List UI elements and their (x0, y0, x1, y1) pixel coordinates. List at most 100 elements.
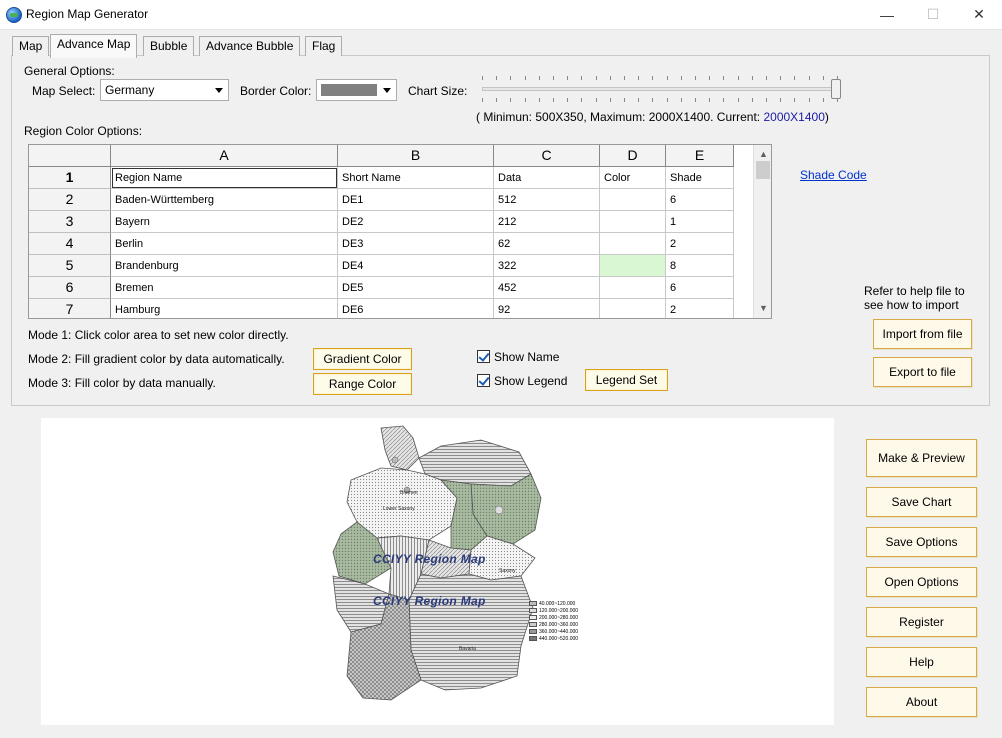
scrollbar-thumb[interactable] (756, 161, 770, 179)
import-from-file-button[interactable]: Import from file (873, 319, 972, 349)
tab-advance-map[interactable]: Advance Map (50, 34, 138, 58)
grid-cell[interactable]: Brandenburg (111, 255, 338, 277)
grid-cell[interactable]: Region Name (111, 167, 338, 189)
grid-cell[interactable]: Baden-Württemberg (111, 189, 338, 211)
grid-cell[interactable]: 452 (494, 277, 600, 299)
grid-cell[interactable]: 2 (666, 299, 734, 318)
row-header[interactable]: 3 (29, 211, 111, 233)
row-header[interactable]: 7 (29, 299, 111, 318)
slider-tick (794, 98, 795, 102)
grid-cell[interactable]: 92 (494, 299, 600, 318)
slider-tick (695, 98, 696, 102)
column-header-b[interactable]: B (338, 145, 494, 167)
row-header[interactable]: 2 (29, 189, 111, 211)
export-to-file-button[interactable]: Export to file (873, 357, 972, 387)
slider-tick (539, 76, 540, 80)
tab-bubble[interactable]: Bubble (143, 36, 195, 56)
tab-map[interactable]: Map (12, 36, 50, 56)
save-chart-button[interactable]: Save Chart (866, 487, 977, 517)
border-color-dropdown[interactable] (316, 79, 397, 101)
help-button[interactable]: Help (866, 647, 977, 677)
grid-cell[interactable]: DE3 (338, 233, 494, 255)
legend-swatch (529, 629, 537, 634)
grid-vertical-scrollbar[interactable]: ▲ ▼ (753, 145, 771, 318)
scroll-up-icon[interactable]: ▲ (759, 149, 768, 159)
slider-tick (709, 76, 710, 80)
slider-tick (581, 98, 582, 102)
grid-cell[interactable]: 1 (666, 211, 734, 233)
column-header-e[interactable]: E (666, 145, 734, 167)
grid-cell[interactable]: Shade (666, 167, 734, 189)
legend-label: 280.000~360.000 (539, 621, 579, 628)
maximize-button[interactable]: ☐ (910, 0, 956, 29)
grid-cell[interactable] (600, 211, 666, 233)
grid-cell[interactable]: 322 (494, 255, 600, 277)
grid-cell[interactable]: Hamburg (111, 299, 338, 318)
grid-cell[interactable]: Short Name (338, 167, 494, 189)
grid-cell[interactable]: DE5 (338, 277, 494, 299)
grid-cell[interactable]: 6 (666, 189, 734, 211)
map-select-dropdown[interactable]: Germany (100, 79, 229, 101)
germany-map-image (332, 425, 542, 701)
grid-cell[interactable] (600, 299, 666, 318)
row-header[interactable]: 1 (29, 167, 111, 189)
slider-tick (525, 76, 526, 80)
grid-cell[interactable]: 212 (494, 211, 600, 233)
show-name-checkbox[interactable] (477, 350, 490, 363)
grid-cell[interactable]: 62 (494, 233, 600, 255)
legend-item: 40.000~120.000 (529, 600, 578, 607)
grid-cell[interactable]: DE4 (338, 255, 494, 277)
column-header-a[interactable]: A (111, 145, 338, 167)
grid-cell[interactable]: 2 (666, 233, 734, 255)
chart-size-suffix: ) (824, 110, 829, 124)
row-header[interactable]: 6 (29, 277, 111, 299)
legend-set-button[interactable]: Legend Set (585, 369, 668, 391)
grid-cell[interactable] (600, 189, 666, 211)
column-header-c[interactable]: C (494, 145, 600, 167)
grid-cell[interactable]: DE2 (338, 211, 494, 233)
minimize-button[interactable]: — (864, 0, 910, 29)
grid-cell[interactable] (600, 277, 666, 299)
register-button[interactable]: Register (866, 607, 977, 637)
legend-label: 200.000~280.000 (539, 614, 579, 621)
tab-flag[interactable]: Flag (305, 36, 343, 56)
grid-cell[interactable]: 6 (666, 277, 734, 299)
region-data-grid[interactable]: A B C D E 1 2 3 4 5 6 7 Region Name Shor… (28, 144, 772, 319)
legend-item: 440.000~520.000 (529, 635, 578, 642)
chart-size-slider-track[interactable] (482, 87, 837, 91)
make-preview-button[interactable]: Make & Preview (866, 439, 977, 477)
close-button[interactable]: ✕ (956, 0, 1002, 29)
grid-cell[interactable]: Bayern (111, 211, 338, 233)
slider-tick (539, 98, 540, 102)
slider-tick (638, 98, 639, 102)
save-options-button[interactable]: Save Options (866, 527, 977, 557)
shade-code-link[interactable]: Shade Code (800, 168, 867, 182)
grid-cell[interactable]: DE6 (338, 299, 494, 318)
column-header-d[interactable]: D (600, 145, 666, 167)
chart-size-slider-thumb[interactable] (831, 79, 841, 99)
row-header[interactable]: 4 (29, 233, 111, 255)
grid-cell[interactable]: 8 (666, 255, 734, 277)
color-cell-highlighted[interactable] (600, 255, 666, 277)
show-legend-checkbox[interactable] (477, 374, 490, 387)
slider-tick (567, 98, 568, 102)
grid-cell[interactable] (600, 233, 666, 255)
grid-cell[interactable]: Berlin (111, 233, 338, 255)
slider-tick (496, 98, 497, 102)
slider-tick (482, 76, 483, 80)
about-button[interactable]: About (866, 687, 977, 717)
grid-cell[interactable]: 512 (494, 189, 600, 211)
tab-advance-bubble[interactable]: Advance Bubble (199, 36, 301, 56)
slider-tick (482, 98, 483, 102)
grid-cell[interactable]: Data (494, 167, 600, 189)
range-color-button[interactable]: Range Color (313, 373, 412, 395)
gradient-color-button[interactable]: Gradient Color (313, 348, 412, 370)
grid-cell[interactable]: Bremen (111, 277, 338, 299)
scroll-down-icon[interactable]: ▼ (759, 303, 768, 313)
grid-cell[interactable]: DE1 (338, 189, 494, 211)
open-options-button[interactable]: Open Options (866, 567, 977, 597)
row-header[interactable]: 5 (29, 255, 111, 277)
slider-tick (553, 76, 554, 80)
slider-tick (610, 98, 611, 102)
grid-cell[interactable]: Color (600, 167, 666, 189)
